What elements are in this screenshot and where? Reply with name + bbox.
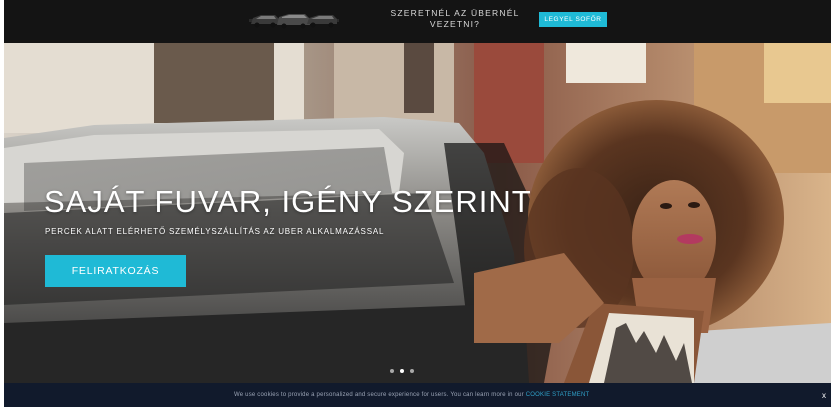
hero-headline: SAJÁT FUVAR, IGÉNY SZERINT: [44, 184, 532, 219]
cookie-close-button[interactable]: x: [822, 391, 826, 400]
slide-dot[interactable]: [410, 369, 414, 373]
cookie-statement-link[interactable]: COOKIE STATEMENT: [526, 392, 590, 398]
cookie-message: We use cookies to provide a personalized…: [234, 392, 589, 398]
hero-section: SAJÁT FUVAR, IGÉNY SZERINT PERCEK ALATT …: [4, 43, 831, 383]
slide-dot[interactable]: [390, 369, 394, 373]
slide-dot-active[interactable]: [400, 369, 404, 373]
become-driver-button[interactable]: LEGYEL SOFŐR: [539, 12, 607, 27]
cookie-banner: We use cookies to provide a personalized…: [4, 383, 831, 407]
cookie-message-text: We use cookies to provide a personalized…: [234, 392, 524, 398]
driver-banner: SZERETNÉL AZ ÜBERNÉL VEZETNI? LEGYEL SOF…: [4, 0, 831, 43]
black-cars-icon: [249, 14, 339, 29]
page: SZERETNÉL AZ ÜBERNÉL VEZETNI? LEGYEL SOF…: [0, 0, 835, 407]
signup-button[interactable]: FELIRATKOZÁS: [45, 255, 186, 287]
driver-banner-text: SZERETNÉL AZ ÜBERNÉL VEZETNI?: [390, 8, 520, 29]
slide-indicator: [390, 369, 414, 373]
hero-subline: PERCEK ALATT ELÉRHETŐ SZEMÉLYSZÁLLÍTÁS A…: [45, 227, 385, 236]
